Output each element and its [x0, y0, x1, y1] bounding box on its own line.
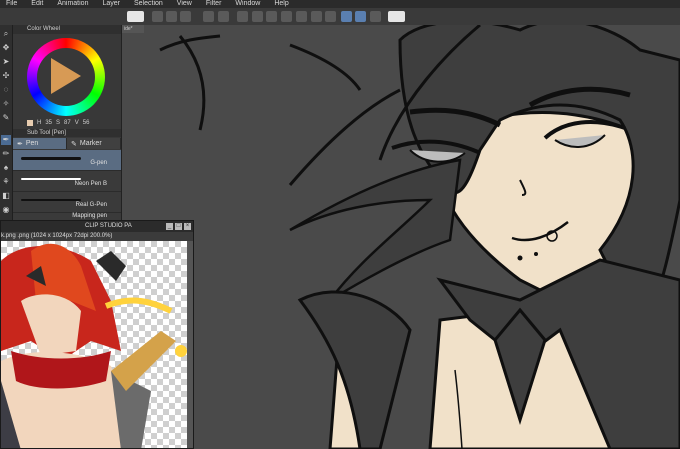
subtool-tabs: ✒ Pen ✎ Marker: [13, 138, 121, 149]
close-icon[interactable]: ×: [184, 223, 191, 230]
menu-view[interactable]: View: [177, 0, 192, 8]
window-controls: _ □ ×: [166, 223, 191, 230]
sub-view-title: CLIP STUDIO PA: [85, 223, 132, 229]
color-readout: H 35 S 87 V 56: [27, 119, 117, 127]
grid-icon[interactable]: [252, 11, 263, 22]
menu-edit[interactable]: Edit: [31, 0, 43, 8]
layer-move-icon[interactable]: ✣: [1, 71, 11, 81]
sub-view-window: CLIP STUDIO PA _ □ × k.png .png (1024 x …: [0, 220, 194, 449]
help-icon[interactable]: [388, 11, 405, 22]
pen-tab-icon: ✒: [17, 140, 23, 148]
shrink-selection-icon[interactable]: [325, 11, 336, 22]
sub-view-info: k.png .png (1024 x 1024px 72dpi 200.0%): [1, 232, 193, 241]
reference-character-art: [1, 243, 187, 448]
invert-selection-icon[interactable]: [296, 11, 307, 22]
brush-name: Neon Pen B: [74, 181, 107, 187]
menu-selection[interactable]: Selection: [134, 0, 163, 8]
brush-name: G-pen: [90, 160, 107, 166]
zoom-tool-icon[interactable]: ⌕: [1, 29, 11, 39]
operation-tool-icon[interactable]: ➤: [1, 57, 11, 67]
menu-layer[interactable]: Layer: [102, 0, 120, 8]
minimize-icon[interactable]: _: [166, 223, 173, 230]
file-caption: k.png: [1, 233, 16, 239]
snap-grid-icon[interactable]: [370, 11, 381, 22]
color-wheel-title: Color Wheel: [27, 26, 61, 32]
brush-item-real-g-pen[interactable]: Real G-Pen: [13, 192, 121, 213]
main-color-swatch[interactable]: [27, 120, 33, 126]
eyedropper-icon[interactable]: ✎: [1, 113, 11, 123]
brush-item-g-pen[interactable]: G-pen: [13, 150, 121, 171]
snap-ruler-icon[interactable]: [341, 11, 352, 22]
brush-item-neon-pen[interactable]: Neon Pen B: [13, 171, 121, 192]
brush-name: Real G-Pen: [75, 202, 107, 208]
document-tab[interactable]: ide*: [122, 25, 144, 33]
brush-stroke-preview: [21, 199, 81, 201]
expand-selection-icon[interactable]: [311, 11, 322, 22]
tab-marker-label: Marker: [79, 140, 102, 147]
move-tool-icon[interactable]: ✥: [1, 43, 11, 53]
command-bar: [0, 8, 680, 26]
subtool-header: Sub Tool [Pen]: [13, 129, 121, 137]
tab-pen-label: Pen: [25, 140, 39, 147]
color-wheel[interactable]: [27, 38, 105, 116]
open-file-icon[interactable]: [166, 11, 177, 22]
deselect-icon[interactable]: [281, 11, 292, 22]
auto-select-icon[interactable]: ✧: [1, 99, 11, 109]
blend-tool-icon[interactable]: ◉: [1, 205, 11, 215]
subtool-title: Sub Tool [Pen]: [27, 130, 66, 136]
menu-window[interactable]: Window: [235, 0, 260, 8]
redo-icon[interactable]: [218, 11, 229, 22]
brush-name: Mapping pen: [72, 213, 107, 219]
save-icon[interactable]: [180, 11, 191, 22]
selection-tool-icon[interactable]: ◌: [1, 85, 11, 95]
tab-pen[interactable]: ✒ Pen: [13, 138, 67, 149]
pen-tool-icon[interactable]: ✒: [1, 135, 11, 145]
clear-icon[interactable]: [237, 11, 248, 22]
value-label: V: [74, 120, 79, 126]
value-value[interactable]: 56: [83, 120, 90, 126]
reference-image[interactable]: [1, 241, 187, 448]
pencil-tool-icon[interactable]: ✏: [1, 149, 11, 159]
image-info: .png (1024 x 1024px 72dpi 200.0%): [17, 233, 113, 239]
left-panel: Color Wheel H 35 S 87 V 56 Sub Tool [Pen…: [13, 25, 122, 221]
fill-icon[interactable]: [266, 11, 277, 22]
snap-special-ruler-icon[interactable]: [355, 11, 366, 22]
new-file-icon[interactable]: [152, 11, 163, 22]
menu-file[interactable]: File: [6, 0, 17, 8]
sub-view-scrollbar[interactable]: [187, 241, 193, 448]
eraser-icon[interactable]: ◧: [1, 191, 11, 201]
saturation-label: S: [56, 120, 61, 126]
undo-icon[interactable]: [203, 11, 214, 22]
hue-value[interactable]: 35: [45, 120, 52, 126]
brush-stroke-preview: [21, 178, 81, 180]
saturation-value[interactable]: 87: [64, 120, 71, 126]
canvas-area[interactable]: ide*: [122, 25, 680, 449]
menu-animation[interactable]: Animation: [57, 0, 88, 8]
brush-stroke-preview: [21, 157, 81, 160]
menu-help[interactable]: Help: [274, 0, 288, 8]
line-art-illustration: [159, 25, 680, 449]
hue-label: H: [37, 120, 42, 126]
tab-marker[interactable]: ✎ Marker: [67, 138, 121, 149]
menu-filter[interactable]: Filter: [206, 0, 222, 8]
menu-bar: File Edit Animation Layer Selection View…: [0, 0, 680, 8]
brush-tool-icon[interactable]: ♠: [1, 163, 11, 173]
airbrush-icon[interactable]: ⚘: [1, 177, 11, 187]
color-wheel-header: Color Wheel: [13, 25, 121, 34]
maximize-icon[interactable]: □: [175, 223, 182, 230]
saturation-triangle[interactable]: [51, 58, 81, 94]
sub-view-title-bar[interactable]: CLIP STUDIO PA _ □ ×: [1, 221, 193, 232]
marker-tab-icon: ✎: [71, 140, 77, 148]
clip-studio-icon[interactable]: [127, 11, 144, 22]
